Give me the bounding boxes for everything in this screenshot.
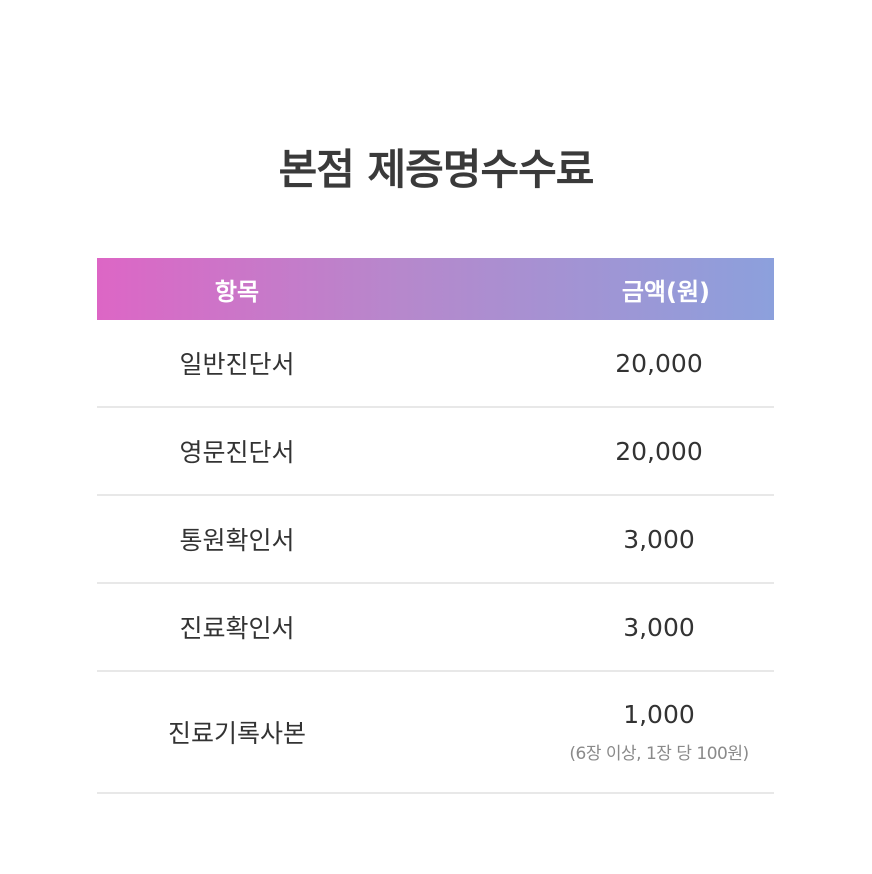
row-item-label: 영문진단서 — [179, 438, 295, 467]
row-price-cell: 3,000 — [544, 584, 774, 670]
row-price-value: 3,000 — [623, 612, 695, 642]
row-price-cell: 20,000 — [544, 408, 774, 494]
table-row: 영문진단서 20,000 — [97, 408, 774, 496]
table-row: 통원확인서 3,000 — [97, 496, 774, 584]
row-item-label: 일반진단서 — [179, 350, 295, 379]
row-price-value: 20,000 — [615, 436, 703, 466]
row-price-note: (6장 이상, 1장 당 100원) — [569, 744, 749, 764]
row-item-label: 진료확인서 — [179, 614, 295, 643]
table-row: 진료확인서 3,000 — [97, 584, 774, 672]
row-price-cell: 1,000 (6장 이상, 1장 당 100원) — [544, 672, 774, 792]
table-header: 항목 금액(원) — [97, 258, 774, 320]
row-item-label: 진료기록사본 — [167, 719, 306, 748]
table-row: 진료기록사본 1,000 (6장 이상, 1장 당 100원) — [97, 672, 774, 794]
row-price-value: 20,000 — [615, 348, 703, 378]
row-price-value: 3,000 — [623, 524, 695, 554]
fee-table: 항목 금액(원) 일반진단서 20,000 영문진단서 20,000 통원확인서… — [97, 258, 774, 794]
row-price-cell: 3,000 — [544, 496, 774, 582]
row-item-label: 통원확인서 — [179, 526, 295, 555]
header-price-label: 금액(원) — [621, 277, 710, 306]
page-title: 본점 제증명수수료 — [278, 145, 595, 194]
row-price-cell: 20,000 — [544, 320, 774, 406]
table-row: 일반진단서 20,000 — [97, 320, 774, 408]
row-price-value: 1,000 — [623, 700, 695, 729]
